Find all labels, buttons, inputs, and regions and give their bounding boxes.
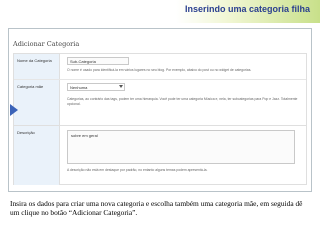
parent-category-selected: Nenhuma: [70, 85, 88, 90]
slide-header-bar: Inserindo uma categoria filha: [0, 0, 320, 23]
category-name-label: Nome da Categoria: [17, 58, 52, 63]
page-heading: Adicionar Categoria: [13, 40, 80, 48]
slide-title: Inserindo uma categoria filha: [184, 4, 310, 14]
description-help: A descrição não está em destaque por pad…: [67, 168, 208, 172]
add-category-form: Nome da Categoria Sub-Categoria O nome é…: [13, 53, 307, 185]
category-name-input[interactable]: Sub-Categoria: [67, 57, 129, 65]
parent-category-label-cell: Categoria mãe: [14, 80, 60, 125]
parent-category-help: Categorias, ao contrário das tags, podem…: [67, 97, 298, 106]
embedded-screenshot: Adicionar Categoria Nome da Categoria Su…: [8, 28, 312, 192]
category-name-label-cell: Nome da Categoria: [14, 54, 60, 79]
description-row: Descrição sobre em geral A descrição não…: [14, 126, 306, 185]
parent-category-body: Nenhuma Categorias, ao contrário das tag…: [61, 80, 306, 125]
parent-category-select[interactable]: Nenhuma: [67, 83, 125, 91]
description-textarea[interactable]: sobre em geral: [67, 130, 295, 164]
parent-category-label: Categoria mãe: [17, 84, 44, 89]
description-label-cell: Descrição: [14, 126, 60, 185]
parent-category-row: Categoria mãe Nenhuma Categorias, ao con…: [14, 80, 306, 126]
description-body: sobre em geral A descrição não está em d…: [61, 126, 306, 185]
slide-caption: Insira os dados para criar uma nova cate…: [10, 199, 303, 217]
category-name-help: O nome é usado para identificá-la em vár…: [67, 68, 252, 72]
chevron-down-icon: [119, 85, 123, 88]
category-name-body: Sub-Categoria O nome é usado para identi…: [61, 54, 306, 79]
description-label: Descrição: [17, 130, 35, 135]
category-name-row: Nome da Categoria Sub-Categoria O nome é…: [14, 54, 306, 80]
